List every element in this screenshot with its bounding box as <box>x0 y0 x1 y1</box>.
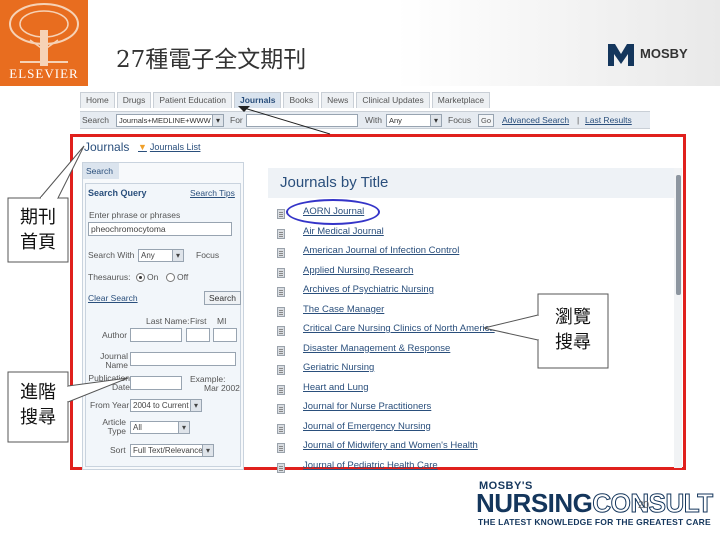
journal-home-line2: 首頁 <box>20 232 56 253</box>
brand-consult: CONSULT <box>592 488 714 518</box>
nursing-consult-logo: MOSBY'S NURSINGCONSULT THE LATEST KNOWLE… <box>476 480 716 532</box>
journal-home-callout: 期刊 首頁 <box>8 205 68 255</box>
browse-line1: 瀏覽 <box>555 307 591 328</box>
browse-line2: 搜尋 <box>555 332 591 353</box>
advanced-callout: 進階 搜尋 <box>8 380 68 430</box>
advanced-line2: 搜尋 <box>20 407 56 428</box>
brand-main: NURSINGCONSULT <box>476 488 714 518</box>
browse-callout: 瀏覽 搜尋 <box>538 305 608 355</box>
advanced-line1: 進階 <box>20 382 56 403</box>
journal-home-line1: 期刊 <box>20 207 56 228</box>
brand-tagline: THE LATEST KNOWLEDGE FOR THE GREATEST CA… <box>478 517 711 527</box>
highlight-arrow <box>238 106 331 135</box>
brand-nursing: NURSING <box>476 488 593 518</box>
page-number: 20 <box>638 500 650 511</box>
callout-shapes <box>7 106 609 443</box>
